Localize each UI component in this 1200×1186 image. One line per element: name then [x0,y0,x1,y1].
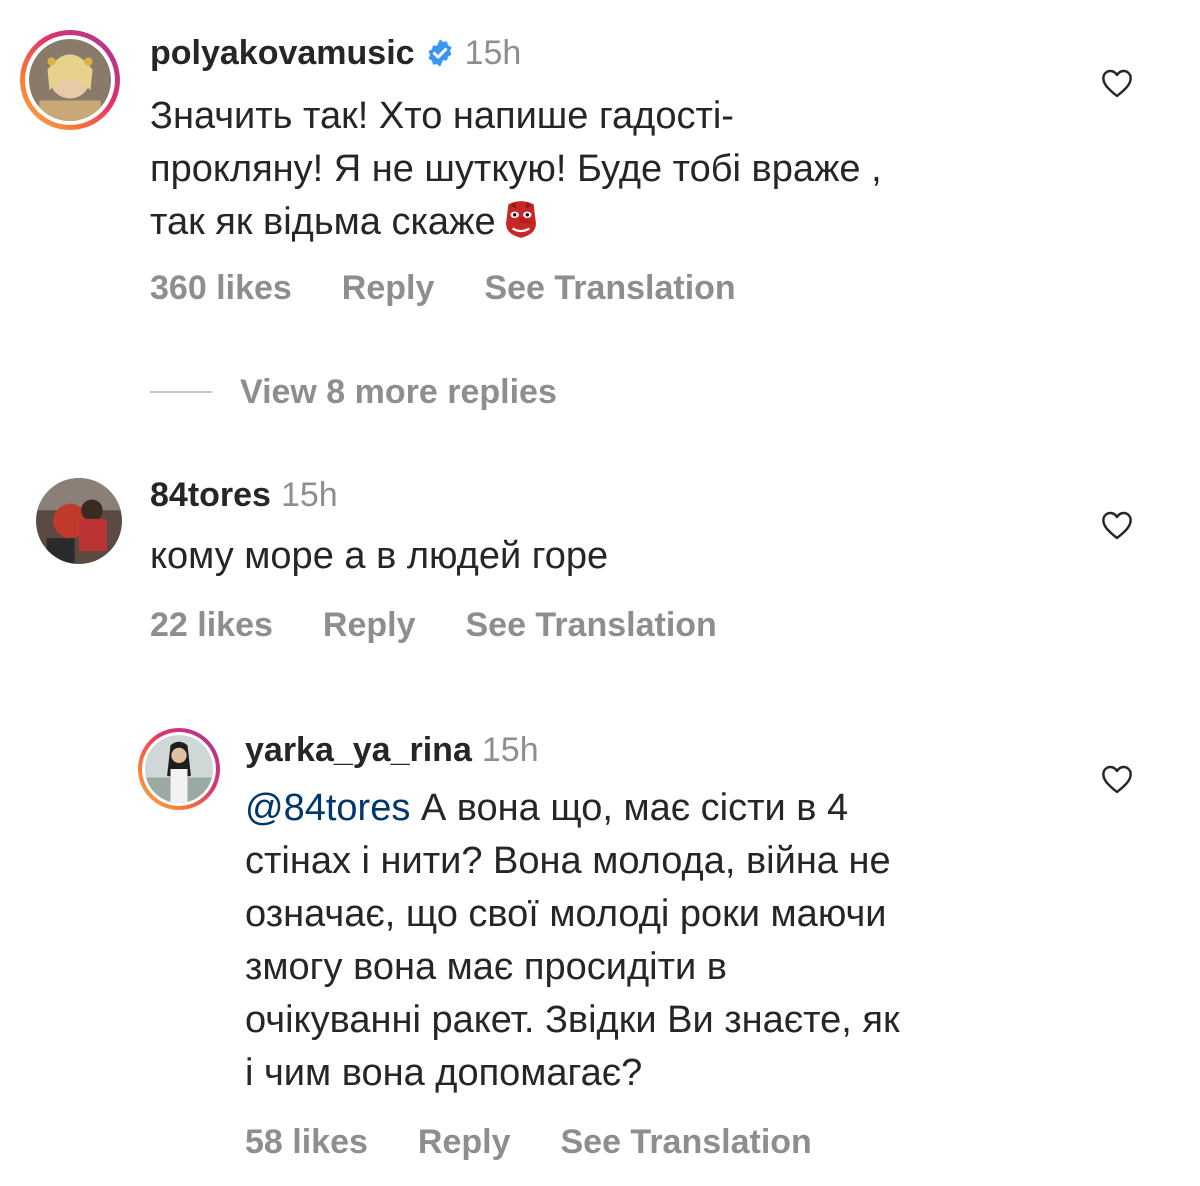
timestamp: 15h [481,731,539,769]
comment-line: означає, що свої молоді роки маючи [245,893,887,935]
comment-text: кому море а в людей горе [150,530,608,583]
mention-link[interactable]: @84tores [245,787,410,829]
timestamp: 15h [280,476,338,514]
heart-outline-icon[interactable] [1100,510,1134,540]
comment-line: і чим вона допомагає? [245,1052,643,1094]
see-translation-button[interactable]: See Translation [484,268,735,308]
verified-badge-icon [425,38,455,68]
reply-button[interactable]: Reply [342,268,435,308]
comment-text: Значить так! Хто напише гадості- проклян… [150,90,882,249]
reply-button[interactable]: Reply [418,1122,511,1162]
likes-count[interactable]: 58 likes [245,1122,368,1162]
comment-line: кому море а в людей горе [150,535,609,577]
divider [150,391,212,393]
view-replies-label: View 8 more replies [240,373,557,411]
username[interactable]: yarka_ya_rina [245,730,472,770]
see-translation-button[interactable]: See Translation [465,605,716,645]
view-more-replies-button[interactable]: View 8 more replies [150,370,557,414]
comment-line: очікуванні ракет. Звідки Ви знаєте, як [245,999,900,1041]
see-translation-button[interactable]: See Translation [560,1122,811,1162]
comment-line: прокляну! Я не шуткую! Буде тобі враже , [150,148,882,190]
timestamp: 15h [464,34,522,72]
goblin-emoji-icon [500,198,542,240]
username[interactable]: polyakovamusic [150,33,415,73]
comment-line: Значить так! Хто напише гадості- [150,95,734,137]
comment-line: так як відьма скаже [150,201,496,243]
comment-text: @84tores А вона що, має сісти в 4 стінах… [245,782,900,1100]
comment-line: стінах і нити? Вона молода, війна не [245,840,891,882]
likes-count[interactable]: 360 likes [150,268,292,308]
heart-outline-icon[interactable] [1100,68,1134,98]
comment-line: А вона що, має сісти в 4 [410,787,849,829]
comment-line: змогу вона має просидіти в [245,946,727,988]
avatar[interactable] [20,30,120,130]
avatar[interactable] [36,478,122,564]
reply-button[interactable]: Reply [323,605,416,645]
avatar[interactable] [138,728,220,810]
heart-outline-icon[interactable] [1100,764,1134,794]
username[interactable]: 84tores [150,475,271,515]
likes-count[interactable]: 22 likes [150,605,273,645]
